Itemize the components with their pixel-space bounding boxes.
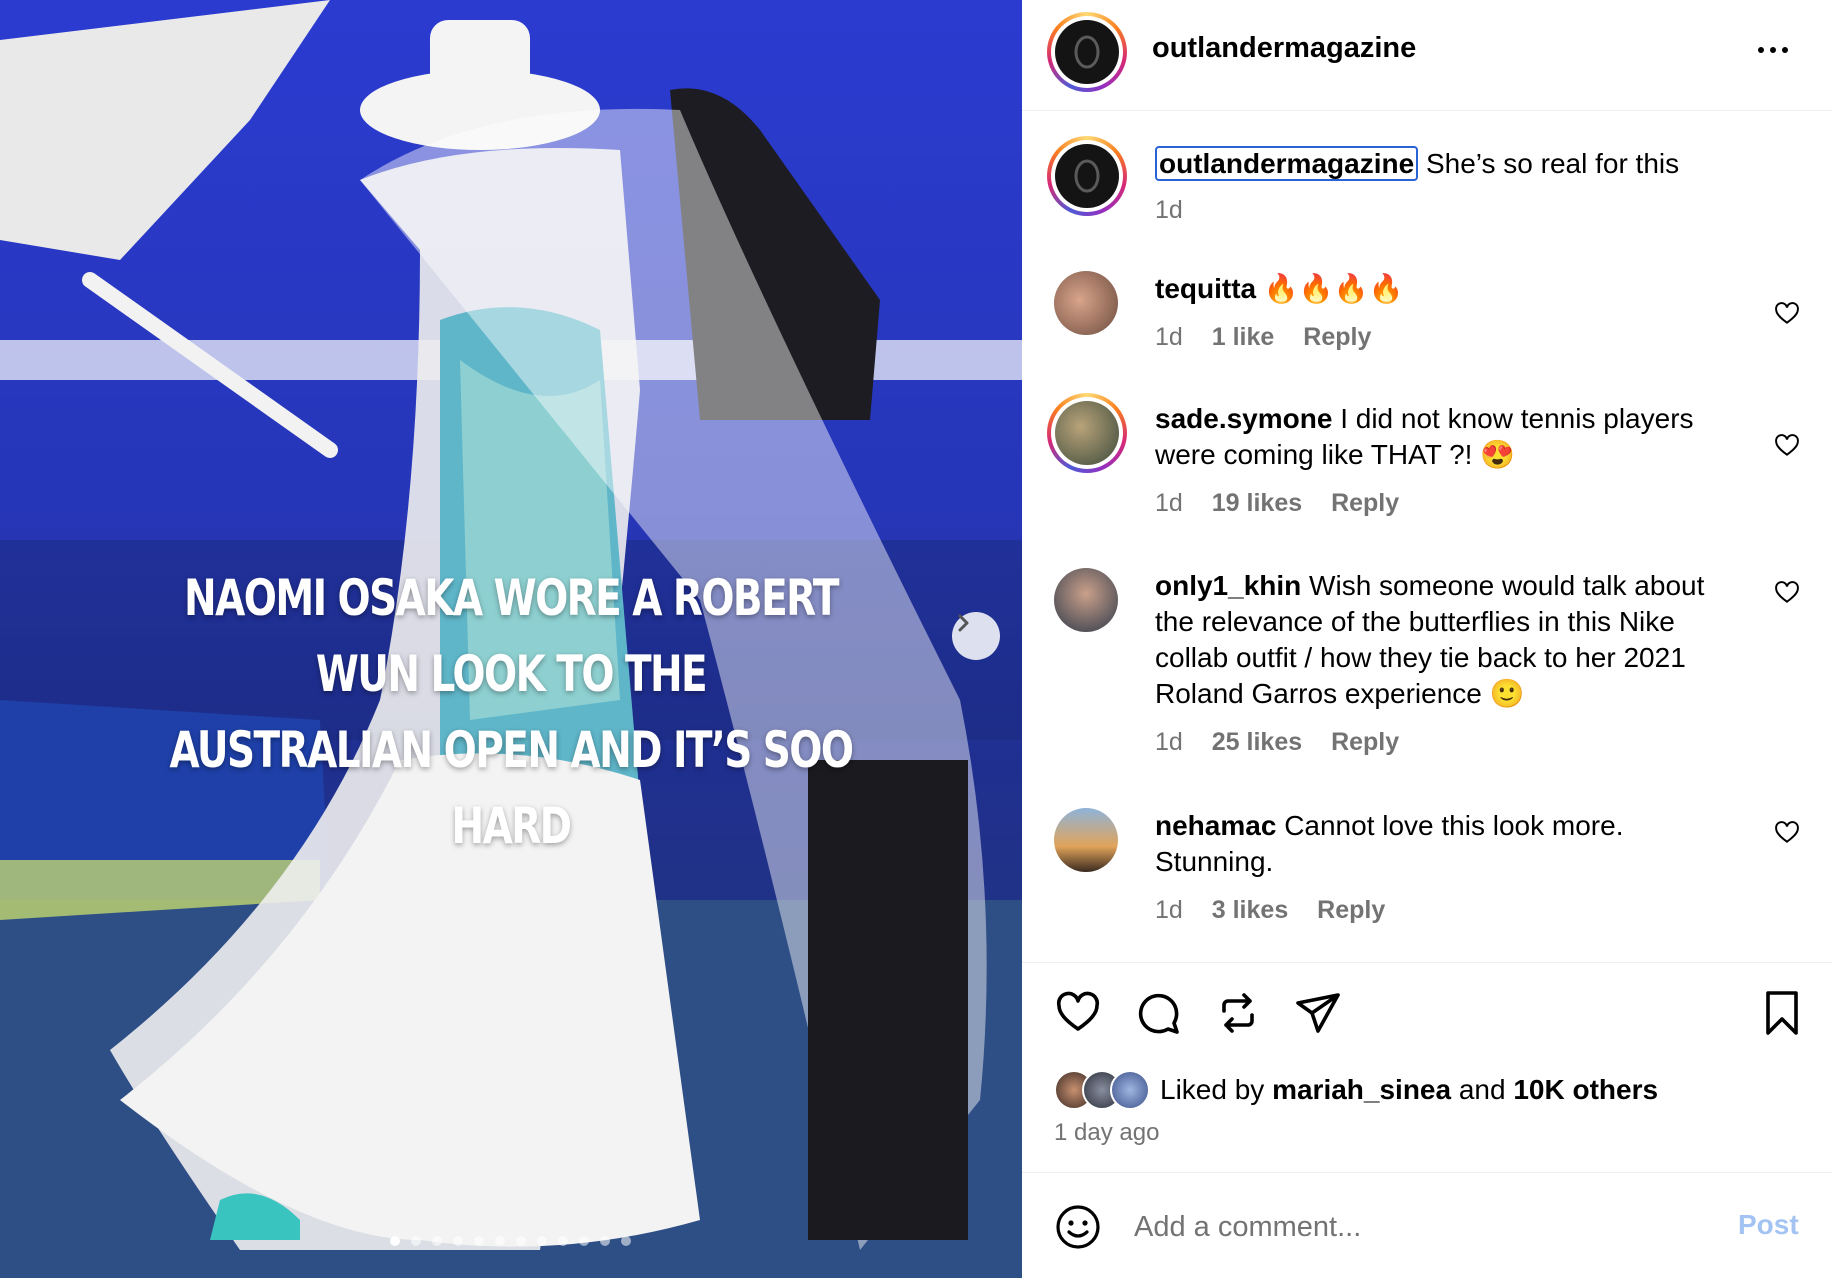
comment-time[interactable]: 1d <box>1155 323 1183 351</box>
post-button[interactable]: Post <box>1738 1209 1799 1241</box>
carousel-dot <box>516 1236 526 1246</box>
carousel-dot <box>474 1236 484 1246</box>
carousel-dot <box>411 1236 421 1246</box>
carousel-dot <box>579 1236 589 1246</box>
outlander-logo-icon <box>1074 159 1100 193</box>
likes-joiner: and <box>1458 1074 1506 1105</box>
comment-time[interactable]: 1d <box>1155 728 1183 756</box>
reply-button[interactable]: Reply <box>1317 896 1385 924</box>
heart-icon[interactable] <box>1774 433 1800 459</box>
share-icon[interactable] <box>1294 989 1342 1037</box>
comment-username[interactable]: nehamac <box>1155 810 1276 841</box>
commenter-avatar[interactable] <box>1047 393 1127 473</box>
carousel-dot <box>600 1236 610 1246</box>
commenter-avatar[interactable] <box>1054 271 1118 335</box>
comment-time[interactable]: 1d <box>1155 896 1183 924</box>
comment-input[interactable] <box>1132 1203 1696 1251</box>
comment-likes[interactable]: 25 likes <box>1212 728 1302 756</box>
reply-button[interactable]: Reply <box>1303 323 1371 351</box>
overlay-caption: NAOMI OSAKA WORE A ROBERT WUN LOOK TO TH… <box>128 560 894 864</box>
overlay-line-1: NAOMI OSAKA WORE A ROBERT WUN LOOK TO TH… <box>184 569 839 703</box>
carousel-dot <box>537 1236 547 1246</box>
comment-username[interactable]: only1_khin <box>1155 570 1301 601</box>
comment-likes[interactable]: 3 likes <box>1212 896 1288 924</box>
heart-icon[interactable] <box>1774 820 1800 846</box>
chevron-right-icon <box>958 614 969 632</box>
carousel-dot <box>621 1236 631 1246</box>
outlander-logo-icon <box>1074 35 1100 69</box>
add-comment-bar: Post <box>1022 1172 1832 1279</box>
carousel-dot <box>558 1236 568 1246</box>
next-slide-button[interactable] <box>952 612 1000 660</box>
carousel-dot <box>495 1236 505 1246</box>
likes-prefix: Liked by <box>1160 1074 1265 1105</box>
heart-icon[interactable] <box>1774 580 1800 606</box>
heart-icon[interactable] <box>1054 989 1102 1037</box>
liker-username[interactable]: mariah_sinea <box>1272 1074 1451 1105</box>
caption-time[interactable]: 1d <box>1155 196 1183 224</box>
carousel-dots <box>390 1236 631 1246</box>
commenter-avatar[interactable] <box>1054 568 1118 632</box>
comment-icon[interactable] <box>1134 989 1182 1037</box>
carousel-dot <box>390 1236 400 1246</box>
post-time[interactable]: 1 day ago <box>1054 1119 1159 1147</box>
repost-icon[interactable] <box>1214 989 1262 1037</box>
post-image[interactable]: NAOMI OSAKA WORE A ROBERT WUN LOOK TO TH… <box>0 0 1022 1278</box>
carousel-dot <box>432 1236 442 1246</box>
comment-likes[interactable]: 1 like <box>1212 323 1275 351</box>
caption-avatar[interactable] <box>1047 136 1127 216</box>
liker-avatar[interactable] <box>1110 1070 1150 1110</box>
carousel-dot <box>453 1236 463 1246</box>
reply-button[interactable]: Reply <box>1331 728 1399 756</box>
more-icon[interactable] <box>1758 40 1798 60</box>
smiley-icon[interactable] <box>1054 1203 1102 1251</box>
heart-icon[interactable] <box>1774 301 1800 327</box>
comment-username[interactable]: tequitta <box>1155 273 1256 304</box>
comment-text: 🔥🔥🔥🔥 <box>1263 273 1404 304</box>
likes-summary: Liked by mariah_sinea and 10K others <box>1054 1068 1658 1112</box>
bookmark-icon[interactable] <box>1758 989 1806 1037</box>
header-username[interactable]: outlandermagazine <box>1152 32 1416 65</box>
author-avatar[interactable] <box>1047 12 1127 92</box>
comment-username[interactable]: sade.symone <box>1155 403 1332 434</box>
post-actions: Liked by mariah_sinea and 10K others 1 d… <box>1022 962 1832 1173</box>
comment-likes[interactable]: 19 likes <box>1212 489 1302 517</box>
caption-text: She’s so real for this <box>1425 148 1680 179</box>
post-header: outlandermagazine <box>1022 0 1832 111</box>
post-details-panel: outlandermagazine outlandermagazine She’… <box>1022 0 1832 1278</box>
overlay-line-2: AUSTRALIAN OPEN AND IT’S SOO HARD <box>169 721 854 855</box>
comment-time[interactable]: 1d <box>1155 489 1183 517</box>
commenter-avatar[interactable] <box>1054 808 1118 872</box>
reply-button[interactable]: Reply <box>1331 489 1399 517</box>
caption-username[interactable]: outlandermagazine <box>1155 146 1419 181</box>
likes-others-count[interactable]: 10K others <box>1513 1074 1658 1105</box>
comments-list: outlandermagazine She’s so real for this… <box>1022 111 1832 961</box>
